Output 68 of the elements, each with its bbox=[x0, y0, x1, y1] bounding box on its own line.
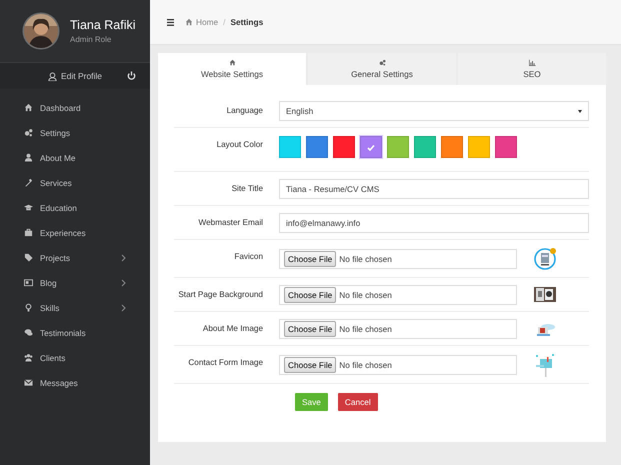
choose-file-button[interactable]: Choose File bbox=[284, 357, 336, 373]
comments-icon bbox=[24, 328, 33, 337]
language-select[interactable]: English bbox=[279, 101, 589, 121]
sidebar-item[interactable]: Testimonials bbox=[40, 328, 86, 338]
briefcase-icon bbox=[24, 228, 33, 237]
field-label: Contact Form Image bbox=[187, 357, 263, 367]
power-icon[interactable] bbox=[127, 71, 136, 80]
home-icon bbox=[24, 103, 33, 112]
sidebar-item[interactable]: Education bbox=[40, 202, 77, 212]
edit-profile-link[interactable]: Edit Profile bbox=[60, 71, 102, 81]
color-swatch[interactable] bbox=[441, 136, 463, 158]
bar-chart-icon bbox=[528, 59, 536, 66]
file-status: No file chosen bbox=[339, 254, 392, 264]
sidebar-item[interactable]: Dashboard bbox=[40, 102, 81, 112]
field-label: Favicon bbox=[233, 251, 263, 261]
field-label: Layout Color bbox=[216, 139, 263, 149]
check-icon bbox=[367, 144, 375, 150]
sidebar-item[interactable]: Services bbox=[40, 178, 72, 188]
users-icon bbox=[24, 353, 33, 362]
color-swatch[interactable] bbox=[414, 136, 436, 158]
color-swatch[interactable] bbox=[360, 136, 382, 158]
user-role: Admin Role bbox=[70, 35, 112, 44]
field-label: About Me Image bbox=[202, 323, 263, 333]
cancel-button[interactable]: Cancel bbox=[338, 393, 378, 411]
file-status: No file chosen bbox=[339, 360, 392, 370]
envelope-icon bbox=[24, 378, 33, 387]
sidebar-item[interactable]: Clients bbox=[40, 352, 66, 362]
choose-file-button[interactable]: Choose File bbox=[284, 287, 336, 303]
tab[interactable]: Website Settings bbox=[158, 53, 306, 85]
sidebar-item[interactable]: Settings bbox=[40, 128, 70, 138]
user-icon bbox=[48, 72, 57, 80]
menu-icon[interactable] bbox=[167, 18, 174, 26]
home-icon bbox=[185, 18, 193, 26]
file-status: No file chosen bbox=[339, 324, 392, 334]
tab[interactable]: SEO bbox=[458, 53, 606, 85]
color-swatch[interactable] bbox=[387, 136, 409, 158]
user-name: Tiana Rafiki bbox=[70, 18, 136, 32]
sidebar-item[interactable]: Experiences bbox=[40, 228, 86, 238]
color-swatch[interactable] bbox=[279, 136, 301, 158]
sidebar-item[interactable]: Messages bbox=[40, 378, 78, 388]
field-label: Language bbox=[226, 105, 263, 115]
site-title-field[interactable]: Tiana - Resume/CV CMS bbox=[279, 179, 589, 199]
color-swatch[interactable] bbox=[306, 136, 328, 158]
wrench-icon bbox=[24, 178, 33, 187]
choose-file-button[interactable]: Choose File bbox=[284, 251, 336, 267]
sidebar-item[interactable]: Skills bbox=[40, 302, 60, 312]
sidebar-item[interactable]: About Me bbox=[40, 152, 76, 162]
caret-icon bbox=[578, 110, 582, 112]
choose-file-button[interactable]: Choose File bbox=[284, 321, 336, 337]
field-label: Start Page Background bbox=[177, 289, 263, 299]
tags-icon bbox=[24, 253, 33, 262]
newspaper-icon bbox=[24, 278, 33, 287]
breadcrumb-current: Settings bbox=[230, 17, 264, 27]
email-field[interactable]: info@elmanawy.info bbox=[279, 213, 589, 233]
tab[interactable]: General Settings bbox=[308, 53, 456, 85]
color-swatch[interactable] bbox=[333, 136, 355, 158]
home-icon bbox=[228, 59, 236, 66]
lightbulb-icon bbox=[24, 303, 33, 312]
graduation-cap-icon bbox=[24, 203, 33, 212]
field-label: Site Title bbox=[230, 183, 263, 193]
color-swatch[interactable] bbox=[495, 136, 517, 158]
sidebar-item[interactable]: Projects bbox=[40, 252, 70, 262]
user-icon bbox=[24, 153, 33, 162]
sidebar-item[interactable]: Blog bbox=[40, 278, 57, 288]
breadcrumb-separator: / bbox=[223, 17, 226, 27]
file-status: No file chosen bbox=[339, 290, 392, 300]
field-label: Webmaster Email bbox=[198, 217, 263, 227]
color-swatch[interactable] bbox=[468, 136, 490, 158]
